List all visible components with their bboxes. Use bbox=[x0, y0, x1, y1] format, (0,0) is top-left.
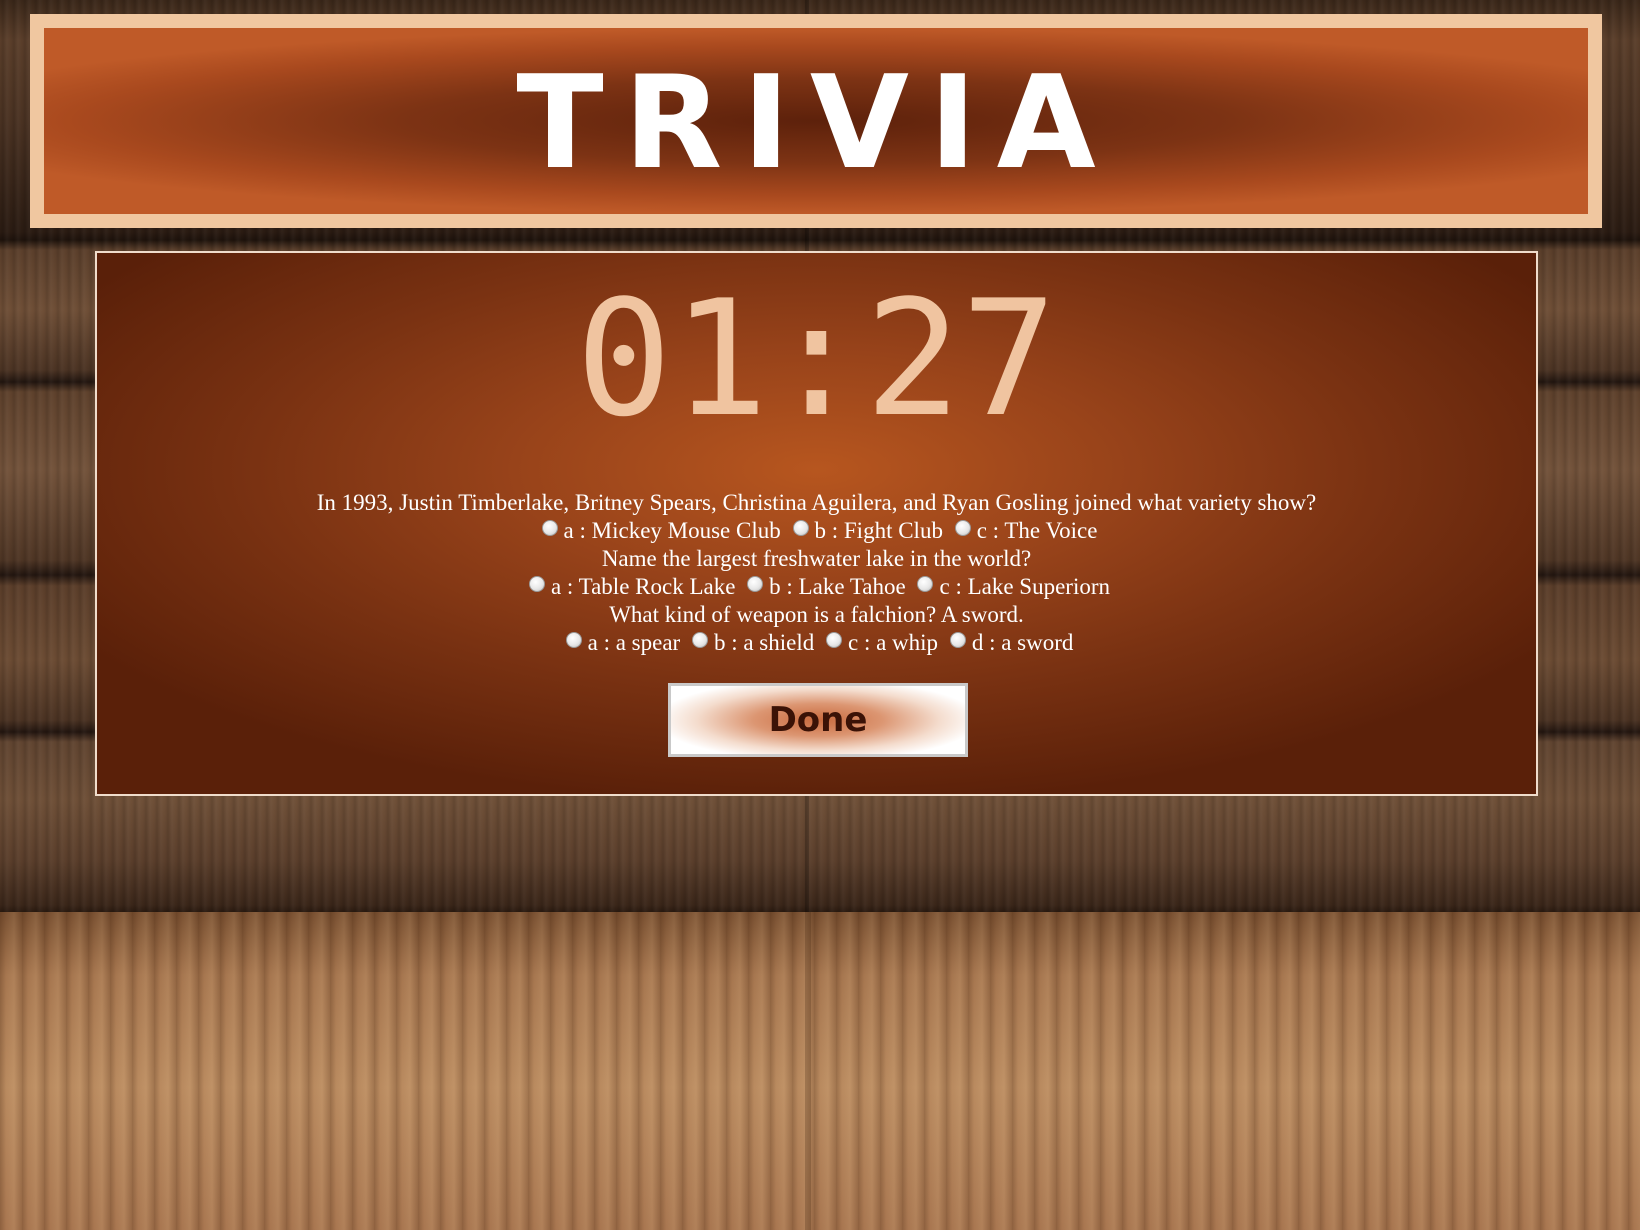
radio-button[interactable] bbox=[691, 632, 708, 648]
answer-label: c : Lake Superiorn bbox=[939, 574, 1111, 599]
answer-label: b : Fight Club bbox=[814, 518, 943, 543]
answer-option[interactable]: b : Lake Tahoe bbox=[741, 574, 906, 599]
done-button[interactable]: Done bbox=[668, 683, 968, 757]
answer-label: c : The Voice bbox=[976, 518, 1098, 543]
radio-button[interactable] bbox=[949, 632, 966, 648]
radio-button[interactable] bbox=[826, 632, 842, 648]
radio-button[interactable] bbox=[917, 576, 934, 592]
answer-option[interactable]: a : a spear bbox=[560, 630, 681, 655]
answer-option[interactable]: a : Table Rock Lake bbox=[523, 574, 735, 599]
floor-background bbox=[0, 912, 1640, 1230]
countdown-timer: 01:27 bbox=[575, 265, 1058, 452]
answer-option[interactable]: c : Lake Superiorn bbox=[911, 574, 1110, 599]
radio-button[interactable] bbox=[792, 520, 809, 536]
answer-options: a : Table Rock Lake b : Lake Tahoe c : L… bbox=[97, 573, 1536, 601]
radio-button[interactable] bbox=[747, 576, 764, 592]
answer-label: c : a whip bbox=[848, 630, 939, 655]
header-inner: TRIVIA bbox=[44, 28, 1588, 214]
answer-label: d : a sword bbox=[971, 630, 1074, 655]
radio-button[interactable] bbox=[528, 576, 545, 592]
answer-option[interactable]: b : Fight Club bbox=[787, 518, 943, 543]
answer-option[interactable]: d : a sword bbox=[944, 630, 1074, 655]
answer-options: a : a spear b : a shield c : a whip d : … bbox=[97, 629, 1536, 657]
answer-label: a : a spear bbox=[587, 630, 681, 655]
question-text: In 1993, Justin Timberlake, Britney Spea… bbox=[316, 490, 1317, 515]
answer-option[interactable]: c : The Voice bbox=[949, 518, 1098, 543]
quiz-panel: 01:27 In 1993, Justin Timberlake, Britne… bbox=[95, 251, 1538, 796]
answer-label: a : Mickey Mouse Club bbox=[563, 518, 781, 543]
radio-button[interactable] bbox=[954, 520, 971, 536]
question-text: What kind of weapon is a falchion? A swo… bbox=[609, 602, 1024, 627]
header-banner: TRIVIA bbox=[30, 14, 1602, 228]
answer-label: b : Lake Tahoe bbox=[769, 574, 906, 599]
answer-option[interactable]: a : Mickey Mouse Club bbox=[536, 518, 781, 543]
answer-label: a : Table Rock Lake bbox=[550, 574, 736, 599]
answer-option[interactable]: c : a whip bbox=[820, 630, 938, 655]
question-list: In 1993, Justin Timberlake, Britney Spea… bbox=[97, 489, 1536, 657]
app-title: TRIVIA bbox=[516, 49, 1116, 198]
radio-button[interactable] bbox=[541, 520, 558, 536]
radio-button[interactable] bbox=[565, 632, 582, 648]
answer-label: b : a shield bbox=[713, 630, 815, 655]
answer-options: a : Mickey Mouse Club b : Fight Club c :… bbox=[97, 517, 1536, 545]
answer-option[interactable]: b : a shield bbox=[686, 630, 814, 655]
question-text: Name the largest freshwater lake in the … bbox=[601, 546, 1032, 571]
